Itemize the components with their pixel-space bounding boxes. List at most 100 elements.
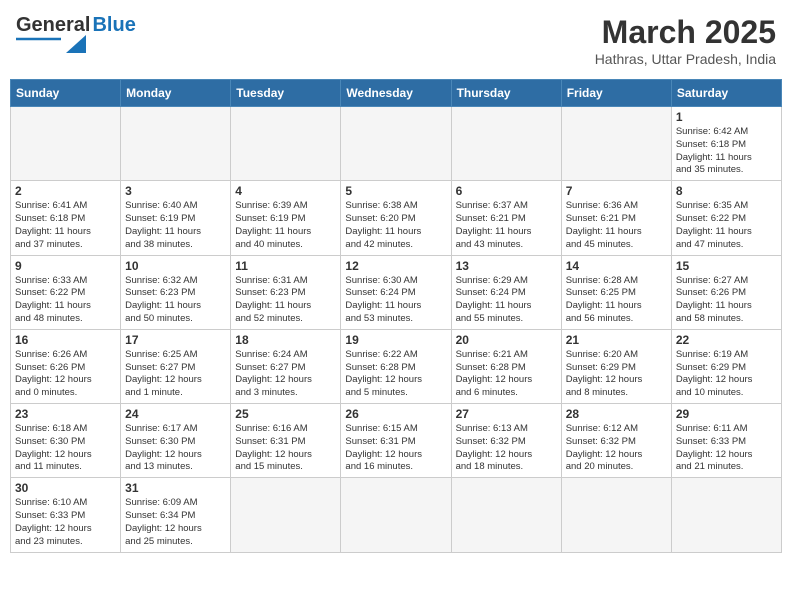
calendar-day-cell: 7Sunrise: 6:36 AM Sunset: 6:21 PM Daylig… <box>561 181 671 255</box>
calendar-day-cell <box>341 107 451 181</box>
calendar-day-cell: 16Sunrise: 6:26 AM Sunset: 6:26 PM Dayli… <box>11 329 121 403</box>
weekday-header-cell: Monday <box>121 80 231 107</box>
weekday-header-cell: Thursday <box>451 80 561 107</box>
calendar-day-cell: 14 Sunrise: 6:28 AM Sunset: 6:25 PM Dayli… <box>561 255 671 329</box>
day-info: Sunrise: 6:27 AM Sunset: 6:26 PM Dayligh… <box>676 275 777 326</box>
calendar-day-cell: 31 Sunrise: 6:09 AM Sunset: 6:34 PM Dayli… <box>121 478 231 552</box>
day-number: 20 <box>456 333 557 347</box>
day-info: Sunrise: 6:24 AM Sunset: 6:27 PM Dayligh… <box>235 349 336 400</box>
calendar-day-cell: 6Sunrise: 6:37 AM Sunset: 6:21 PM Daylig… <box>451 181 561 255</box>
day-info: Sunrise: 6:21 AM Sunset: 6:28 PM Dayligh… <box>456 349 557 400</box>
calendar-day-cell: 23 Sunrise: 6:18 AM Sunset: 6:30 PM Dayli… <box>11 404 121 478</box>
day-number: 21 <box>566 333 667 347</box>
calendar-day-cell <box>561 478 671 552</box>
day-info: Sunrise: 6:29 AM Sunset: 6:24 PM Dayligh… <box>456 275 557 326</box>
weekday-header-cell: Tuesday <box>231 80 341 107</box>
day-number: 9 <box>15 259 116 273</box>
weekday-header-cell: Wednesday <box>341 80 451 107</box>
calendar-week-row: 30Sunrise: 6:10 AM Sunset: 6:33 PM Dayli… <box>11 478 782 552</box>
day-info: Sunrise: 6:11 AM Sunset: 6:33 PM Dayligh… <box>676 423 777 474</box>
calendar-day-cell: 11 Sunrise: 6:31 AM Sunset: 6:23 PM Dayli… <box>231 255 341 329</box>
calendar-day-cell <box>561 107 671 181</box>
day-number: 1 <box>676 110 777 124</box>
day-number: 19 <box>345 333 446 347</box>
day-number: 10 <box>125 259 226 273</box>
day-number: 7 <box>566 184 667 198</box>
day-info: Sunrise: 6:25 AM Sunset: 6:27 PM Dayligh… <box>125 349 226 400</box>
day-info: Sunrise: 6:09 AM Sunset: 6:34 PM Dayligh… <box>125 497 226 548</box>
calendar-day-cell <box>451 107 561 181</box>
weekday-header-cell: Sunday <box>11 80 121 107</box>
day-number: 6 <box>456 184 557 198</box>
day-number: 30 <box>15 481 116 495</box>
day-info: Sunrise: 6:31 AM Sunset: 6:23 PM Dayligh… <box>235 275 336 326</box>
day-number: 11 <box>235 259 336 273</box>
day-info: Sunrise: 6:40 AM Sunset: 6:19 PM Dayligh… <box>125 200 226 251</box>
day-number: 25 <box>235 407 336 421</box>
day-number: 16 <box>15 333 116 347</box>
day-info: Sunrise: 6:18 AM Sunset: 6:30 PM Dayligh… <box>15 423 116 474</box>
calendar-day-cell: 4Sunrise: 6:39 AM Sunset: 6:19 PM Daylig… <box>231 181 341 255</box>
day-info: Sunrise: 6:22 AM Sunset: 6:28 PM Dayligh… <box>345 349 446 400</box>
calendar-day-cell: 15 Sunrise: 6:27 AM Sunset: 6:26 PM Dayli… <box>671 255 781 329</box>
day-number: 3 <box>125 184 226 198</box>
day-number: 23 <box>15 407 116 421</box>
calendar-day-cell: 17 Sunrise: 6:25 AM Sunset: 6:27 PM Dayli… <box>121 329 231 403</box>
day-info: Sunrise: 6:17 AM Sunset: 6:30 PM Dayligh… <box>125 423 226 474</box>
day-info: Sunrise: 6:28 AM Sunset: 6:25 PM Dayligh… <box>566 275 667 326</box>
calendar-day-cell: 13 Sunrise: 6:29 AM Sunset: 6:24 PM Dayli… <box>451 255 561 329</box>
calendar-day-cell: 12Sunrise: 6:30 AM Sunset: 6:24 PM Dayli… <box>341 255 451 329</box>
day-number: 13 <box>456 259 557 273</box>
day-info: Sunrise: 6:16 AM Sunset: 6:31 PM Dayligh… <box>235 423 336 474</box>
calendar-day-cell: 30Sunrise: 6:10 AM Sunset: 6:33 PM Dayli… <box>11 478 121 552</box>
calendar-day-cell: 22Sunrise: 6:19 AM Sunset: 6:29 PM Dayli… <box>671 329 781 403</box>
day-info: Sunrise: 6:15 AM Sunset: 6:31 PM Dayligh… <box>345 423 446 474</box>
day-info: Sunrise: 6:39 AM Sunset: 6:19 PM Dayligh… <box>235 200 336 251</box>
calendar-body: 1Sunrise: 6:42 AM Sunset: 6:18 PM Daylig… <box>11 107 782 553</box>
day-info: Sunrise: 6:41 AM Sunset: 6:18 PM Dayligh… <box>15 200 116 251</box>
calendar-day-cell: 1Sunrise: 6:42 AM Sunset: 6:18 PM Daylig… <box>671 107 781 181</box>
calendar-day-cell: 19 Sunrise: 6:22 AM Sunset: 6:28 PM Dayli… <box>341 329 451 403</box>
day-number: 22 <box>676 333 777 347</box>
day-number: 31 <box>125 481 226 495</box>
calendar-week-row: 2 Sunrise: 6:41 AM Sunset: 6:18 PM Daylig… <box>11 181 782 255</box>
calendar-day-cell: 3 Sunrise: 6:40 AM Sunset: 6:19 PM Daylig… <box>121 181 231 255</box>
calendar-day-cell: 2 Sunrise: 6:41 AM Sunset: 6:18 PM Daylig… <box>11 181 121 255</box>
calendar-day-cell: 27Sunrise: 6:13 AM Sunset: 6:32 PM Dayli… <box>451 404 561 478</box>
day-number: 12 <box>345 259 446 273</box>
month-title: March 2025 <box>595 14 776 51</box>
calendar-day-cell: 29Sunrise: 6:11 AM Sunset: 6:33 PM Dayli… <box>671 404 781 478</box>
day-number: 8 <box>676 184 777 198</box>
calendar-day-cell: 25 Sunrise: 6:16 AM Sunset: 6:31 PM Dayli… <box>231 404 341 478</box>
calendar-week-row: 23 Sunrise: 6:18 AM Sunset: 6:30 PM Dayli… <box>11 404 782 478</box>
calendar-week-row: 9Sunrise: 6:33 AM Sunset: 6:22 PM Daylig… <box>11 255 782 329</box>
header: General Blue March 2025 Hathras, Uttar P… <box>10 10 782 71</box>
logo-triangle-icon <box>66 35 86 53</box>
day-info: Sunrise: 6:35 AM Sunset: 6:22 PM Dayligh… <box>676 200 777 251</box>
day-number: 15 <box>676 259 777 273</box>
day-number: 24 <box>125 407 226 421</box>
calendar-day-cell: 8 Sunrise: 6:35 AM Sunset: 6:22 PM Daylig… <box>671 181 781 255</box>
calendar-day-cell: 21Sunrise: 6:20 AM Sunset: 6:29 PM Dayli… <box>561 329 671 403</box>
day-number: 26 <box>345 407 446 421</box>
logo-underline-icon <box>16 35 66 53</box>
calendar-day-cell <box>231 107 341 181</box>
calendar-day-cell: 26 Sunrise: 6:15 AM Sunset: 6:31 PM Dayli… <box>341 404 451 478</box>
calendar-day-cell <box>11 107 121 181</box>
weekday-header-cell: Friday <box>561 80 671 107</box>
calendar-day-cell: 18Sunrise: 6:24 AM Sunset: 6:27 PM Dayli… <box>231 329 341 403</box>
day-number: 5 <box>345 184 446 198</box>
calendar-day-cell <box>231 478 341 552</box>
title-area: March 2025 Hathras, Uttar Pradesh, India <box>595 14 776 67</box>
calendar: SundayMondayTuesdayWednesdayThursdayFrid… <box>10 79 782 553</box>
day-number: 17 <box>125 333 226 347</box>
calendar-week-row: 16Sunrise: 6:26 AM Sunset: 6:26 PM Dayli… <box>11 329 782 403</box>
weekday-header-row: SundayMondayTuesdayWednesdayThursdayFrid… <box>11 80 782 107</box>
calendar-day-cell: 24 Sunrise: 6:17 AM Sunset: 6:30 PM Dayli… <box>121 404 231 478</box>
day-number: 14 <box>566 259 667 273</box>
day-number: 2 <box>15 184 116 198</box>
subtitle: Hathras, Uttar Pradesh, India <box>595 51 776 67</box>
calendar-day-cell: 9Sunrise: 6:33 AM Sunset: 6:22 PM Daylig… <box>11 255 121 329</box>
day-number: 27 <box>456 407 557 421</box>
calendar-day-cell: 20 Sunrise: 6:21 AM Sunset: 6:28 PM Dayli… <box>451 329 561 403</box>
